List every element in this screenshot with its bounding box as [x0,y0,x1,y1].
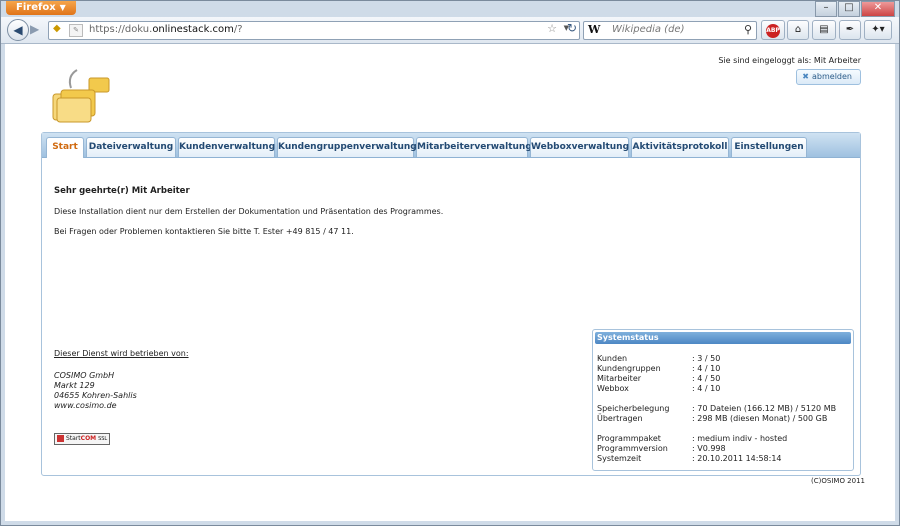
maximize-button[interactable]: □ [838,1,860,17]
status-label-systemzeit: Systemzeit [597,454,642,463]
search-placeholder: Wikipedia (de) [612,24,685,35]
favicon-icon: ✎ [69,24,83,37]
addon-button[interactable]: ✒ [839,20,861,40]
startcom-ssl-badge[interactable]: StartCOM SSL [54,433,110,445]
bookmark-star-icon[interactable]: ☆ [547,22,557,35]
badge-com-text: COM [80,435,97,442]
contact-paragraph: Bei Fragen oder Problemen kontaktieren S… [54,227,354,236]
login-info: Sie sind eingeloggt als: Mit Arbeiter [718,56,861,65]
badge-ssl-text: SSL [98,436,108,442]
arrow-left-icon: ◀ [13,23,23,37]
firefox-menu-button[interactable]: Firefox ▼ [6,1,76,15]
status-value-webbox: : 4 / 10 [692,384,721,393]
tab-einstellungen[interactable]: Einstellungen [731,137,807,157]
logout-button[interactable]: ✖ abmelden [796,69,861,85]
status-value-kundengruppen: : 4 / 10 [692,364,721,373]
url-text[interactable]: https://doku.onlinestack.com/? [89,24,243,35]
arrow-right-icon: ▶ [30,22,40,36]
operator-city: 04655 Kohren-Sahlis [54,391,137,400]
site-identity-icon[interactable]: ◆ [53,23,61,34]
chevron-down-icon: ▼ [59,3,66,12]
navigation-toolbar: ◀ ▶ ◆ ✎ https://doku.onlinestack.com/? ☆… [1,17,899,44]
tab-kundenverwaltung[interactable]: Kundenverwaltung [178,137,275,157]
main-panel: Start Dateiverwaltung Kundenverwaltung K… [41,132,861,476]
home-icon: ⌂ [794,24,802,35]
address-bar[interactable]: ◆ ✎ https://doku.onlinestack.com/? ☆ ▼ [48,21,580,40]
status-label-uebertragen: Übertragen [597,414,643,423]
bookmarks-button[interactable]: ▤ [812,20,836,40]
logout-label: abmelden [812,72,852,81]
forward-button[interactable]: ▶ [30,22,39,36]
operator-company: COSIMO GmbH [54,371,115,380]
close-window-button[interactable]: ✕ [861,1,895,17]
search-icon[interactable]: ⚲ [744,23,752,36]
badge-start-text: Start [66,435,81,442]
status-value-programmpaket: : medium indiv - hosted [692,434,788,443]
status-value-speicherbelegung: : 70 Dateien (166.12 MB) / 5120 MB [692,404,837,413]
adblock-button[interactable]: ABP [761,20,785,40]
search-box[interactable]: W Wikipedia (de) ⚲ [583,21,757,40]
operator-website: www.cosimo.de [54,401,117,410]
url-suffix: /? [233,24,243,35]
status-value-kunden: : 3 / 50 [692,354,721,363]
greeting: Sehr geehrte(r) Mit Arbeiter [54,186,190,196]
status-value-mitarbeiter: : 4 / 50 [692,374,721,383]
tab-webboxverwaltung[interactable]: Webboxverwaltung [530,137,629,157]
lock-icon [57,435,64,442]
firefox-menu-label: Firefox [16,2,56,13]
window-controls: – □ ✕ [814,1,895,17]
status-label-kundengruppen: Kundengruppen [597,364,661,373]
status-label-programmversion: Programmversion [597,444,668,453]
tab-aktivitaetsprotokoll[interactable]: Aktivitätsprotokoll [631,137,729,157]
back-button[interactable]: ◀ [7,19,29,41]
systemstatus-box: Systemstatus Kunden : 3 / 50 Kundengrupp… [592,329,854,471]
reload-icon[interactable]: ↻ [567,21,577,35]
puzzle-icon: ✦▾ [871,24,885,35]
bookmarks-icon: ▤ [819,24,829,35]
extensions-menu-button[interactable]: ✦▾ [864,20,892,40]
folders-logo-icon [52,69,110,123]
status-label-programmpaket: Programmpaket [597,434,661,443]
tab-kundengruppenverwaltung[interactable]: Kundengruppenverwaltung [277,137,417,157]
url-prefix: https://doku. [89,24,153,35]
copyright: (C)OSIMO 2011 [811,477,865,485]
close-icon: ✖ [802,72,809,81]
status-label-kunden: Kunden [597,354,628,363]
status-label-webbox: Webbox [597,384,629,393]
web-page: Sie sind eingeloggt als: Mit Arbeiter ✖ a… [5,44,895,521]
feather-icon: ✒ [845,24,855,35]
operator-title: Dieser Dienst wird betrieben von: [54,349,189,358]
tab-bar: Start Dateiverwaltung Kundenverwaltung K… [42,133,860,158]
minimize-button[interactable]: – [815,1,837,17]
wikipedia-icon[interactable]: W [588,23,600,36]
home-button[interactable]: ⌂ [787,20,809,40]
tab-mitarbeiterverwaltung[interactable]: Mitarbeiterverwaltung [416,137,532,157]
status-label-speicherbelegung: Speicherbelegung [597,404,670,413]
operator-address: COSIMO GmbH Markt 129 04655 Kohren-Sahli… [54,371,137,411]
adblock-icon: ABP [766,24,780,38]
status-label-mitarbeiter: Mitarbeiter [597,374,642,383]
status-value-uebertragen: : 298 MB (diesen Monat) / 500 GB [692,414,828,423]
status-value-systemzeit: : 20.10.2011 14:58:14 [692,454,782,463]
browser-window: Firefox ▼ – □ ✕ ◀ ▶ ◆ ✎ https://doku.onli… [0,0,900,526]
status-value-programmversion: : V0.998 [692,444,726,453]
url-domain: onlinestack.com [152,24,234,35]
tab-start[interactable]: Start [46,137,84,158]
operator-street: Markt 129 [54,381,95,390]
info-paragraph: Diese Installation dient nur dem Erstell… [54,207,444,216]
systemstatus-title: Systemstatus [595,332,851,344]
tab-dateiverwaltung[interactable]: Dateiverwaltung [86,137,176,157]
